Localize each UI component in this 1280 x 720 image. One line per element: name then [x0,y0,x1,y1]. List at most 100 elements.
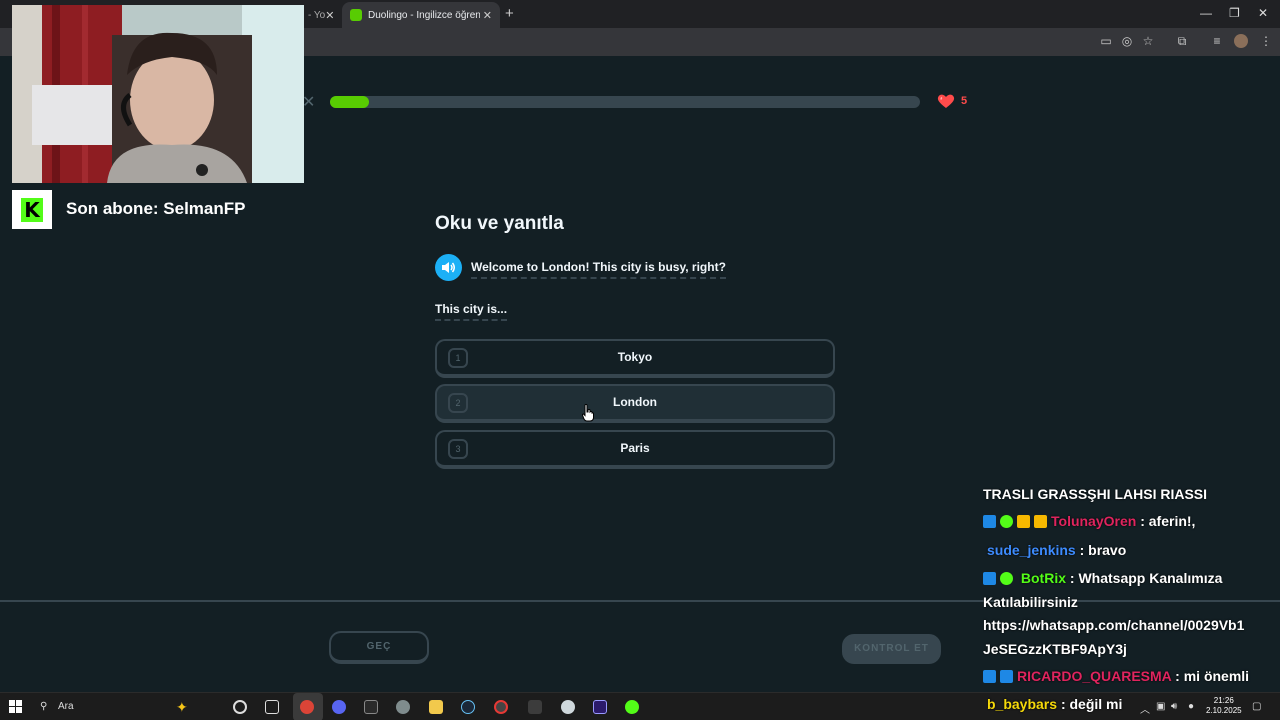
steam-icon[interactable] [461,700,475,714]
option-label: Paris [620,441,650,455]
task-view-icon[interactable] [265,700,279,714]
tab-title: Duolingo - İngilizce öğrenmenin... [368,9,480,21]
skip-button[interactable]: GEÇ [329,631,429,664]
app-icon[interactable] [625,700,639,714]
answer-option-tokyo[interactable]: 1 Tokyo [435,339,835,378]
apps-grid-icon[interactable] [528,700,542,714]
close-lesson-icon[interactable]: ✕ [302,92,315,112]
badge-icon [983,515,996,528]
new-tab-button[interactable]: + [505,5,514,22]
chat-overlay-bottom: b_baybars : değil mi [987,692,1137,720]
copilot-sparkle-icon: ✦ [176,699,188,715]
sub-badge-icon [1017,515,1030,528]
verified-icon [1000,515,1013,528]
chat-text: Katılabilirsiniz [983,594,1078,610]
chat-text: : mi önemli [1175,668,1250,684]
crown-icon [1034,515,1047,528]
chat-text: : aferin!, [1140,513,1196,529]
badge-icon [1000,670,1013,683]
app-icon[interactable] [561,700,575,714]
tray-chevron-icon[interactable]: ︿ [1140,701,1150,716]
search-placeholder: Ara [58,701,74,712]
chat-app-icon[interactable] [332,700,346,714]
last-subscriber-label: Son abone: SelmanFP [66,199,246,218]
chat-message: BotRix : Whatsapp Kanalımıza [983,566,1222,590]
chat-message: sude_jenkins : bravo [987,538,1126,562]
chat-overlay: TRASLI GRASSŞHI LAHSI RIASSI TolunayOren… [983,482,1280,690]
speaker-button[interactable] [435,254,462,281]
hand-cursor-icon [582,404,594,422]
tab-title: - Yo [308,9,326,21]
chat-line: https://whatsapp.com/channel/0029Vb1 [983,613,1244,637]
chat-username: TolunayOren [1051,513,1137,529]
clock-date: 2.10.2025 [1206,706,1242,715]
media-icon[interactable]: ≡ [1210,34,1224,48]
epic-games-icon[interactable] [364,700,378,714]
answer-option-london[interactable]: 2 London [435,384,835,423]
verified-icon [1000,572,1013,585]
taskbar-clock[interactable]: 21:26 2.10.2025 [1206,696,1242,716]
chat-message: TolunayOren : aferin!, [983,509,1195,533]
chat-text: JeSEGzzKTBF9ApY3j [983,641,1127,657]
duolingo-favicon-icon [350,9,362,21]
chat-message: b_baybars : değil mi [987,692,1122,716]
badge-icon [983,670,996,683]
premiere-pro-icon[interactable] [593,700,607,714]
network-icon[interactable]: ▣ [1156,701,1165,712]
chat-username: RICARDO_QUARESMA [1017,668,1172,684]
profile-avatar[interactable] [1234,34,1248,48]
option-label: Tokyo [617,350,653,364]
question-stem[interactable]: This city is... [435,302,508,321]
cortana-icon[interactable] [233,700,247,714]
tab-close-icon[interactable]: ✕ [483,9,492,22]
chat-text: TRASLI GRASSŞHI LAHSI RIASSI [983,486,1208,502]
clock-time: 21:26 [1213,696,1234,705]
obs-icon[interactable] [494,700,508,714]
chat-text: : değil mi [1060,696,1123,712]
microphone-icon[interactable]: ● [1188,701,1194,712]
close-window-button[interactable]: ✕ [1258,6,1268,20]
browser-tab[interactable]: - Yo ✕ [300,2,340,28]
browser-tab-active[interactable]: Duolingo - İngilizce öğrenmenin... ✕ [342,2,500,28]
bookmark-star-icon[interactable]: ☆ [1141,34,1155,48]
lesson-progress-bar [330,96,920,108]
chat-line: Katılabilirsiniz [983,590,1078,614]
app-icon[interactable] [396,700,410,714]
file-explorer-icon[interactable] [429,700,443,714]
search-icon: ⚲ [40,701,48,712]
chrome-icon[interactable] [300,700,314,714]
taskbar-search[interactable]: ⚲ Ara ✦ [36,697,218,717]
speaker-icon [442,262,455,273]
chat-text: : Whatsapp Kanalımıza [1069,570,1223,586]
answer-option-paris[interactable]: 3 Paris [435,430,835,469]
notification-icon[interactable]: ▢ [1252,701,1261,712]
chat-line: JeSEGzzKTBF9ApY3j [983,637,1127,661]
chat-line: TRASLI GRASSŞHI LAHSI RIASSI [983,482,1207,506]
volume-icon[interactable]: 🔊︎ [1171,701,1177,712]
reading-prompt[interactable]: Welcome to London! This city is busy, ri… [471,260,726,279]
question-title: Oku ve yanıtla [435,213,564,234]
install-app-icon[interactable]: ▭ [1099,34,1113,48]
tab-close-icon[interactable]: ✕ [325,9,334,22]
kick-logo: K [21,197,43,222]
chat-message: RICARDO_QUARESMA : mi önemli [983,664,1249,688]
kick-logo-box: K [12,190,52,229]
heart-icon [937,94,955,108]
option-label: London [613,395,657,409]
check-button[interactable]: KONTROL ET [842,634,941,664]
maximize-button[interactable]: ❐ [1229,6,1240,20]
windows-start-icon[interactable] [9,700,22,713]
badge-icon [983,572,996,585]
chat-username: b_baybars [987,696,1058,712]
chat-username: sude_jenkins [987,542,1076,558]
chat-text: https://whatsapp.com/channel/0029Vb1 [983,617,1245,633]
minimize-button[interactable]: — [1200,6,1212,20]
extensions-icon[interactable]: ⧉ [1175,34,1189,48]
lesson-progress-fill [330,96,369,108]
menu-dots-icon[interactable]: ⋮ [1259,34,1273,48]
webcam-overlay [12,5,304,183]
hide-eye-icon[interactable]: ◎ [1120,34,1134,48]
webcam-image [12,5,304,183]
chat-username: BotRix [1020,570,1067,586]
chat-text: : bravo [1079,542,1127,558]
